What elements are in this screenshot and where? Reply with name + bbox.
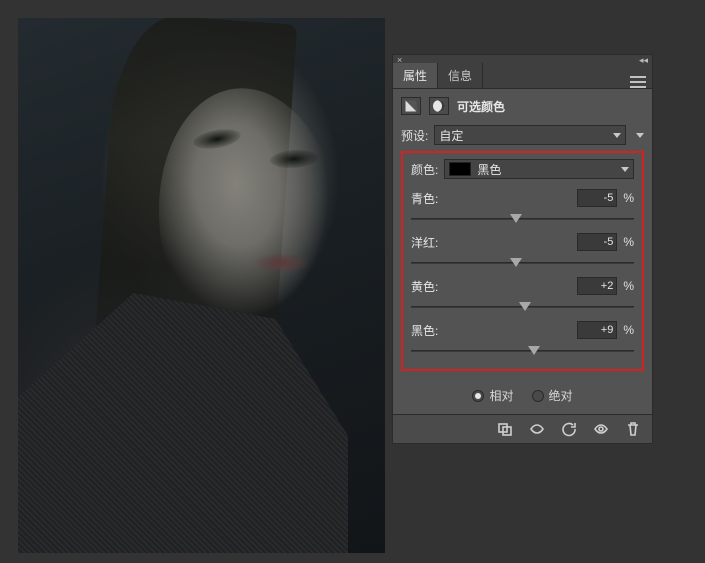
black-slider[interactable] [411,345,634,359]
color-select[interactable]: 黑色 [444,159,634,179]
view-previous-icon[interactable] [528,421,546,437]
percent-symbol: % [623,191,634,205]
preset-value: 自定 [439,127,463,144]
color-row: 颜色: 黑色 [407,157,638,183]
adjustment-type-icon[interactable] [401,97,421,115]
slider-thumb[interactable] [519,302,531,311]
cyan-slider-row: 青色: % [407,183,638,227]
yellow-input[interactable] [577,277,617,295]
preset-menu-icon[interactable] [636,133,644,138]
preset-label: 预设: [401,127,428,144]
color-swatch [449,162,471,176]
clip-to-layer-icon[interactable] [496,421,514,437]
percent-symbol: % [623,235,634,249]
tab-info[interactable]: 信息 [438,63,483,88]
slider-track [411,262,634,264]
color-label: 颜色: [411,161,438,178]
visibility-icon[interactable] [592,421,610,437]
method-radio-group: 相对 绝对 [393,379,652,414]
magenta-input[interactable] [577,233,617,251]
radio-dot-icon [472,390,484,402]
radio-dot-icon [532,390,544,402]
cyan-label: 青色: [411,190,577,207]
adjustment-title-row: 可选颜色 [393,89,652,121]
slider-track [411,218,634,220]
magenta-label: 洋红: [411,234,577,251]
yellow-slider[interactable] [411,301,634,315]
tab-properties[interactable]: 属性 [393,63,438,88]
cyan-input[interactable] [577,189,617,207]
reset-icon[interactable] [560,421,578,437]
panel-tabs: 属性 信息 [393,65,652,89]
chevron-down-icon [621,167,629,172]
yellow-label: 黄色: [411,278,577,295]
preset-select[interactable]: 自定 [434,125,626,145]
black-label: 黑色: [411,322,577,339]
highlighted-controls: 颜色: 黑色 青色: % 洋红: [401,151,644,371]
magenta-slider-row: 洋红: % [407,227,638,271]
radio-absolute-label: 绝对 [549,387,573,404]
adjustment-title: 可选颜色 [457,98,505,115]
slider-track [411,350,634,352]
black-input[interactable] [577,321,617,339]
document-canvas[interactable] [18,18,385,553]
radio-relative[interactable]: 相对 [472,387,513,404]
slider-thumb[interactable] [510,258,522,267]
panel-menu-icon[interactable] [630,76,646,88]
percent-symbol: % [623,323,634,337]
slider-thumb[interactable] [528,346,540,355]
color-value: 黑色 [477,161,501,178]
preset-row: 预设: 自定 [393,121,652,149]
magenta-slider[interactable] [411,257,634,271]
portrait-lips [254,253,309,273]
radio-absolute[interactable]: 绝对 [532,387,573,404]
radio-relative-label: 相对 [489,387,513,404]
yellow-slider-row: 黄色: % [407,271,638,315]
panel-footer [393,414,652,443]
cyan-slider[interactable] [411,213,634,227]
black-slider-row: 黑色: % [407,315,638,359]
chevron-down-icon [613,133,621,138]
percent-symbol: % [623,279,634,293]
trash-icon[interactable] [624,421,642,437]
collapse-icon[interactable]: ◂◂ [639,55,648,66]
layer-mask-icon[interactable] [429,97,449,115]
slider-thumb[interactable] [510,214,522,223]
properties-panel: × ◂◂ 属性 信息 可选颜色 预设: 自定 颜色: 黑色 [392,54,653,444]
